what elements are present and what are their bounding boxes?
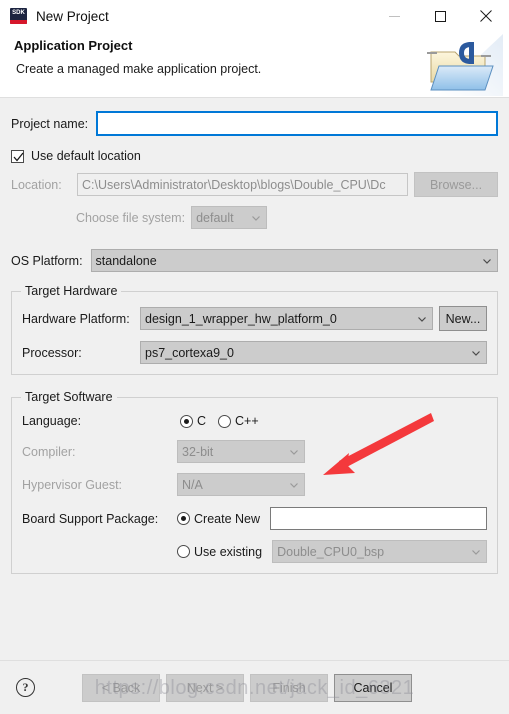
file-system-label: Choose file system: bbox=[76, 210, 186, 225]
file-system-row: Choose file system: default bbox=[11, 206, 498, 229]
bsp-use-existing-combo[interactable]: Double_CPU0_bsp bbox=[272, 540, 487, 563]
window-title: New Project bbox=[36, 8, 109, 24]
location-label: Location: bbox=[11, 177, 62, 192]
help-button[interactable]: ? bbox=[16, 678, 35, 697]
sdk-icon-bar bbox=[10, 20, 27, 24]
maximize-button[interactable] bbox=[417, 0, 463, 32]
close-icon bbox=[480, 10, 492, 22]
target-software-title: Target Software bbox=[21, 390, 117, 404]
next-button[interactable]: Next > bbox=[166, 673, 244, 702]
bsp-use-existing-value: Double_CPU0_bsp bbox=[277, 544, 385, 559]
hypervisor-guest-row: Hypervisor Guest: N/A bbox=[22, 473, 487, 496]
wizard-content: Project name: Use default location Locat… bbox=[0, 111, 509, 672]
chevron-down-icon bbox=[290, 449, 298, 455]
bsp-radio-create-new[interactable] bbox=[177, 512, 190, 525]
file-system-value: default bbox=[196, 210, 234, 225]
back-button[interactable]: < Back bbox=[82, 673, 160, 702]
bsp-use-existing-row: Use existing Double_CPU0_bsp bbox=[22, 540, 487, 563]
checkmark-icon bbox=[13, 152, 24, 162]
target-software-group: Target Software Language: C C++ Compiler… bbox=[11, 390, 498, 574]
maximize-icon bbox=[434, 10, 446, 22]
finish-button[interactable]: Finish bbox=[250, 673, 328, 702]
hypervisor-guest-combo[interactable]: N/A bbox=[177, 473, 305, 496]
compiler-value: 32-bit bbox=[182, 444, 214, 459]
compiler-combo[interactable]: 32-bit bbox=[177, 440, 305, 463]
language-radio-c[interactable] bbox=[180, 414, 193, 428]
new-hardware-platform-button[interactable]: New... bbox=[439, 306, 487, 331]
compiler-label: Compiler: bbox=[22, 444, 76, 459]
bsp-use-existing-label: Use existing bbox=[194, 544, 263, 559]
hypervisor-guest-value: N/A bbox=[182, 477, 203, 492]
sdk-icon-label: SDK bbox=[12, 10, 25, 16]
wizard-footer: ? < Back Next > Finish Cancel bbox=[0, 660, 509, 714]
chevron-down-icon bbox=[483, 258, 491, 264]
wizard-banner: Application Project Create a managed mak… bbox=[0, 32, 509, 98]
hypervisor-guest-label: Hypervisor Guest: bbox=[22, 477, 123, 492]
processor-label: Processor: bbox=[22, 345, 82, 360]
hardware-platform-combo[interactable]: design_1_wrapper_hw_platform_0 bbox=[140, 307, 433, 330]
bsp-radio-use-existing[interactable] bbox=[177, 545, 190, 558]
location-input[interactable] bbox=[77, 173, 408, 196]
chevron-down-icon bbox=[472, 350, 480, 356]
use-default-location-checkbox[interactable] bbox=[11, 149, 24, 163]
language-option-c-label: C bbox=[197, 414, 207, 428]
cancel-button[interactable]: Cancel bbox=[334, 673, 412, 702]
hardware-platform-value: design_1_wrapper_hw_platform_0 bbox=[145, 311, 337, 326]
processor-combo[interactable]: ps7_cortexa9_0 bbox=[140, 341, 487, 364]
minimize-icon bbox=[388, 15, 400, 17]
use-default-location-label: Use default location bbox=[31, 149, 141, 163]
browse-button[interactable]: Browse... bbox=[414, 172, 498, 197]
title-bar: SDK New Project bbox=[0, 0, 509, 32]
project-name-label: Project name: bbox=[11, 116, 89, 131]
use-default-location-row[interactable]: Use default location bbox=[11, 149, 498, 163]
os-platform-combo[interactable]: standalone bbox=[90, 249, 498, 272]
chevron-down-icon bbox=[472, 549, 480, 555]
hardware-platform-label: Hardware Platform: bbox=[22, 311, 130, 326]
hardware-platform-row: Hardware Platform: design_1_wrapper_hw_p… bbox=[22, 306, 487, 331]
folder-c-icon bbox=[427, 34, 503, 96]
os-platform-value: standalone bbox=[95, 253, 157, 268]
language-row: Language: C C++ bbox=[22, 414, 487, 428]
language-radio-cpp[interactable] bbox=[218, 414, 232, 428]
minimize-button[interactable] bbox=[371, 0, 417, 32]
os-platform-label: OS Platform: bbox=[11, 253, 83, 268]
location-row: Location: Browse... bbox=[11, 172, 498, 197]
target-hardware-group: Target Hardware Hardware Platform: desig… bbox=[11, 284, 498, 375]
sdk-app-icon: SDK bbox=[10, 8, 27, 24]
processor-row: Processor: ps7_cortexa9_0 bbox=[22, 341, 487, 364]
close-button[interactable] bbox=[463, 0, 509, 32]
language-label: Language: bbox=[22, 414, 82, 428]
project-name-row: Project name: bbox=[11, 111, 498, 136]
processor-value: ps7_cortexa9_0 bbox=[145, 345, 234, 360]
target-hardware-title: Target Hardware bbox=[21, 284, 122, 298]
language-option-cpp-label: C++ bbox=[235, 414, 259, 428]
file-system-combo[interactable]: default bbox=[191, 206, 268, 229]
bsp-label: Board Support Package: bbox=[22, 511, 159, 526]
chevron-down-icon bbox=[418, 316, 426, 322]
bsp-create-new-label: Create New bbox=[194, 511, 260, 526]
project-name-input[interactable] bbox=[96, 111, 498, 136]
chevron-down-icon bbox=[290, 482, 298, 488]
chevron-down-icon bbox=[252, 215, 261, 221]
bsp-create-new-row: Board Support Package: Create New bbox=[22, 507, 487, 530]
os-platform-row: OS Platform: standalone bbox=[11, 249, 498, 272]
window-controls bbox=[371, 0, 509, 32]
compiler-row: Compiler: 32-bit bbox=[22, 440, 487, 463]
bsp-create-new-input[interactable] bbox=[270, 507, 487, 530]
